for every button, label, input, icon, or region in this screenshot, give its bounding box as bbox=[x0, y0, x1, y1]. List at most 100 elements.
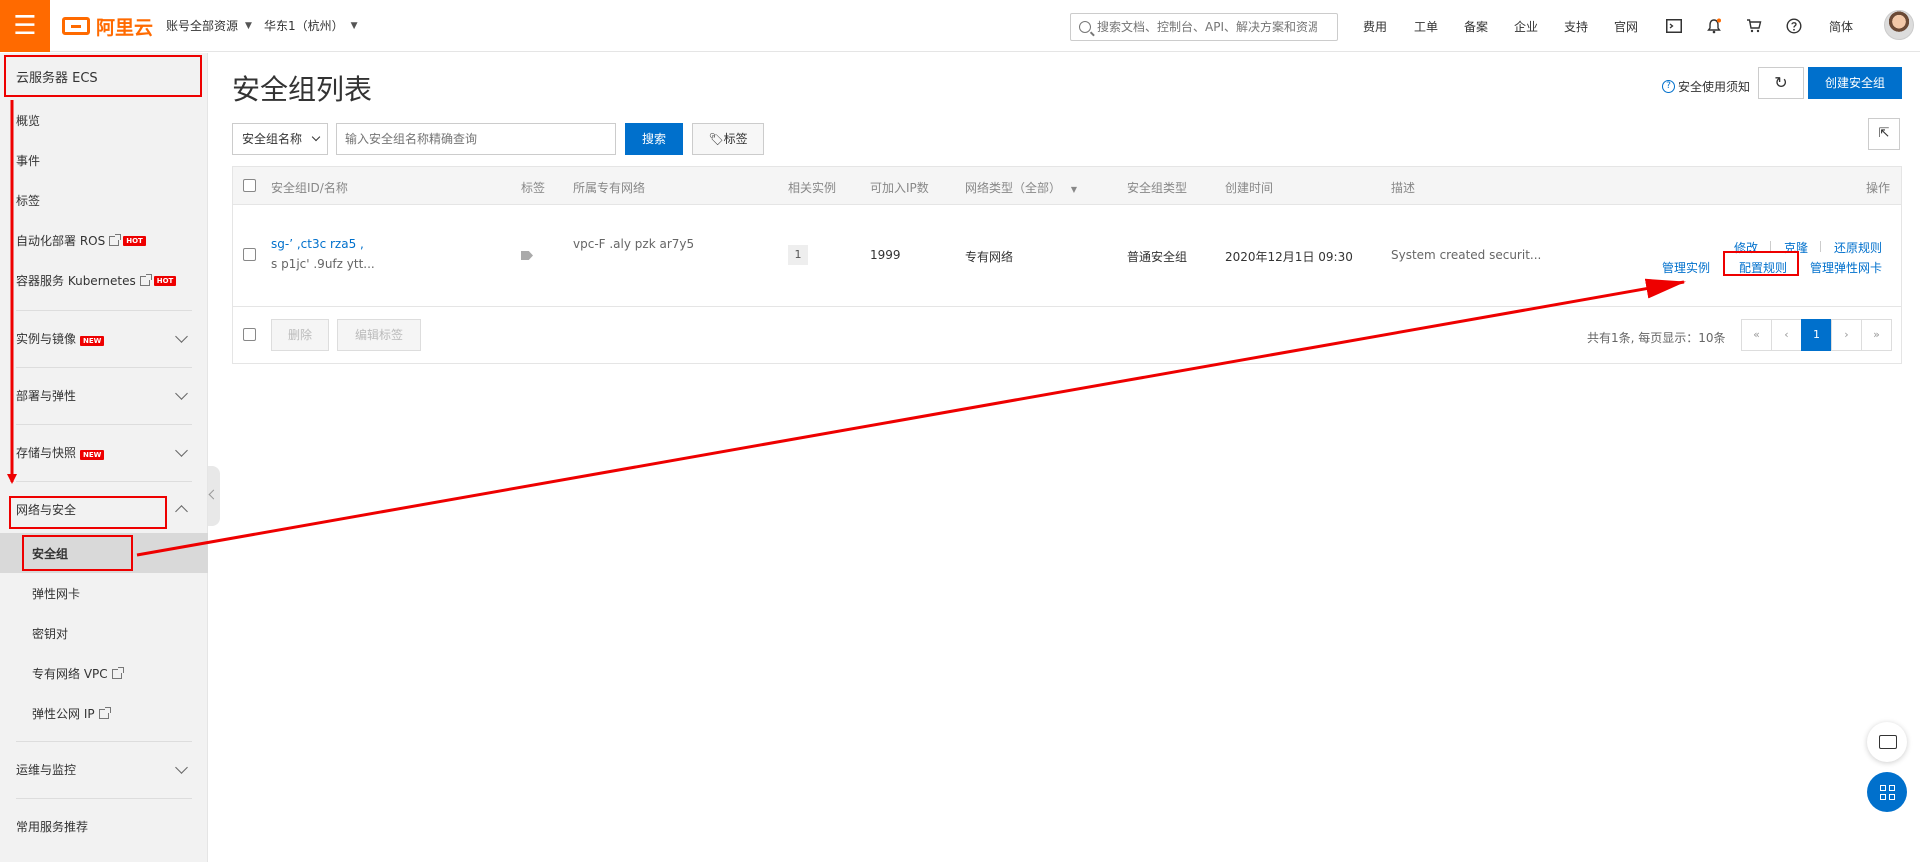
chevron-down-icon bbox=[311, 132, 321, 142]
created-time: 2020年12月1日 09:30 bbox=[1225, 250, 1353, 264]
security-notice-link[interactable]: ? 安全使用须知 bbox=[1662, 78, 1750, 95]
first-page-button[interactable]: « bbox=[1741, 319, 1772, 351]
column-header-description: 描述 bbox=[1391, 181, 1416, 195]
chevron-down-icon bbox=[175, 387, 188, 400]
sidebar-group-storage-snapshots[interactable]: 存储与快照 NEW bbox=[16, 444, 192, 461]
apps-icon[interactable] bbox=[1867, 772, 1907, 812]
hamburger-menu-icon[interactable]: ☰ bbox=[0, 0, 50, 52]
divider bbox=[16, 481, 192, 482]
delete-button[interactable]: 删除 bbox=[271, 319, 329, 351]
sidebar-item-vpc[interactable]: 专有网络 VPC bbox=[32, 665, 124, 682]
tag-icon[interactable] bbox=[521, 251, 533, 260]
divider bbox=[1820, 241, 1821, 252]
security-notice-label: 安全使用须知 bbox=[1678, 80, 1751, 94]
annotation-box-configure-rules bbox=[1723, 251, 1799, 276]
security-group-type: 普通安全组 bbox=[1127, 250, 1188, 264]
sidebar-item-kubernetes[interactable]: 容器服务 Kubernetes HOT bbox=[16, 272, 177, 289]
aliyun-logo-icon bbox=[62, 17, 90, 35]
bell-icon[interactable] bbox=[1704, 16, 1724, 36]
manage-instances-link[interactable]: 管理实例 bbox=[1662, 259, 1710, 276]
nav-link-icp[interactable]: 备案 bbox=[1464, 18, 1488, 35]
cart-icon[interactable] bbox=[1744, 16, 1764, 36]
sidebar-group-deploy-elastic[interactable]: 部署与弹性 bbox=[16, 387, 192, 404]
nav-link-tickets[interactable]: 工单 bbox=[1414, 18, 1438, 35]
global-search-input[interactable] bbox=[1097, 20, 1317, 34]
external-link-icon bbox=[98, 706, 111, 719]
global-search[interactable] bbox=[1070, 13, 1338, 41]
manage-eni-link[interactable]: 管理弹性网卡 bbox=[1810, 259, 1882, 276]
network-type: 专有网络 bbox=[965, 250, 1014, 264]
chat-icon[interactable] bbox=[1867, 722, 1907, 762]
nav-link-website[interactable]: 官网 bbox=[1614, 18, 1638, 35]
hot-badge: HOT bbox=[123, 235, 146, 246]
vpc-id[interactable]: vpc-F .aly pzk ar7y5 bbox=[573, 237, 694, 251]
account-scope-dropdown[interactable]: 账号全部资源 ▼ bbox=[166, 17, 252, 34]
tag-filter-button[interactable]: 🏷标签 bbox=[692, 123, 764, 155]
row-checkbox[interactable] bbox=[243, 248, 256, 261]
column-header-vpc: 所属专有网络 bbox=[573, 181, 646, 195]
network-type-filter-label: 网络类型（全部） bbox=[965, 181, 1062, 195]
security-group-id-link[interactable]: sg-’ ,ct3c rza5 , bbox=[271, 237, 364, 251]
nav-link-enterprise[interactable]: 企业 bbox=[1514, 18, 1538, 35]
table-row: sg-’ ,ct3c rza5 , s p1jc' .9ufz ytt... v… bbox=[233, 205, 1901, 307]
column-header-tags: 标签 bbox=[521, 181, 546, 195]
help-icon[interactable] bbox=[1784, 16, 1804, 36]
sidebar-group-label: 存储与快照 bbox=[16, 446, 77, 460]
language-switch[interactable]: 简体 bbox=[1829, 18, 1853, 35]
refresh-button[interactable]: ↻ bbox=[1758, 67, 1804, 99]
new-badge: NEW bbox=[80, 336, 105, 346]
sidebar-item-key-pairs[interactable]: 密钥对 bbox=[32, 625, 68, 642]
next-page-button[interactable]: › bbox=[1831, 319, 1862, 351]
divider bbox=[16, 798, 192, 799]
footer-select-all-checkbox[interactable] bbox=[243, 328, 256, 341]
security-group-search-input[interactable] bbox=[336, 123, 616, 155]
create-security-group-button[interactable]: 创建安全组 bbox=[1808, 67, 1902, 99]
sidebar-group-ops-monitoring[interactable]: 运维与监控 bbox=[16, 761, 192, 778]
page-1-button[interactable]: 1 bbox=[1801, 319, 1832, 351]
sidebar-group-label: 常用服务推荐 bbox=[16, 820, 89, 834]
sidebar-group-recommended[interactable]: 常用服务推荐 bbox=[16, 818, 192, 835]
sidebar-item-label: 密钥对 bbox=[32, 627, 69, 641]
select-all-checkbox[interactable] bbox=[243, 179, 256, 192]
filter-field-select[interactable]: 安全组名称 bbox=[232, 123, 328, 155]
export-button[interactable]: ⇱ bbox=[1868, 118, 1900, 150]
chevron-down-icon bbox=[175, 444, 188, 457]
account-scope-label: 账号全部资源 bbox=[166, 19, 239, 33]
external-link-icon bbox=[111, 666, 124, 679]
region-dropdown[interactable]: 华东1（杭州） ▼ bbox=[264, 17, 358, 34]
sidebar-group-instances-images[interactable]: 实例与镜像 NEW bbox=[16, 330, 192, 347]
hot-badge: HOT bbox=[153, 275, 177, 286]
prev-page-button[interactable]: ‹ bbox=[1771, 319, 1802, 351]
pagination-summary: 共有1条, 每页显示：10条 bbox=[1587, 331, 1726, 345]
filter-field-value: 安全组名称 bbox=[242, 132, 303, 146]
nav-link-billing[interactable]: 费用 bbox=[1363, 18, 1387, 35]
chevron-down-icon bbox=[175, 761, 188, 774]
last-page-button[interactable]: » bbox=[1861, 319, 1892, 351]
column-header-network-type[interactable]: 网络类型（全部） ▼ bbox=[965, 179, 1077, 196]
sidebar-item-eip[interactable]: 弹性公网 IP bbox=[32, 705, 111, 722]
terminal-icon[interactable] bbox=[1664, 16, 1684, 36]
nav-link-support[interactable]: 支持 bbox=[1564, 18, 1588, 35]
sidebar-item-overview[interactable]: 概览 bbox=[16, 112, 40, 129]
refresh-icon: ↻ bbox=[1774, 73, 1788, 92]
search-button[interactable]: 搜索 bbox=[625, 123, 683, 155]
tag-icon: 🏷 bbox=[708, 132, 724, 146]
table-footer: 删除 编辑标签 共有1条, 每页显示：10条 « ‹ 1 › » bbox=[233, 307, 1901, 364]
sidebar-item-events[interactable]: 事件 bbox=[16, 152, 40, 169]
caret-down-icon: ▼ bbox=[350, 20, 358, 31]
sidebar-item-label: 弹性公网 IP bbox=[32, 707, 95, 721]
edit-tags-button[interactable]: 编辑标签 bbox=[337, 319, 421, 351]
user-avatar[interactable] bbox=[1884, 10, 1914, 40]
divider bbox=[16, 310, 192, 311]
aliyun-logo[interactable]: 阿里云 bbox=[62, 14, 153, 39]
sidebar-collapse-handle[interactable] bbox=[208, 466, 220, 526]
caret-down-icon: ▼ bbox=[1070, 185, 1077, 194]
ip-count: 1999 bbox=[870, 248, 901, 262]
restore-rules-link[interactable]: 还原规则 bbox=[1834, 239, 1882, 256]
sidebar-item-eni[interactable]: 弹性网卡 bbox=[32, 585, 80, 602]
related-instances-count[interactable]: 1 bbox=[788, 245, 808, 265]
caret-down-icon: ▼ bbox=[245, 20, 252, 31]
chevron-up-icon bbox=[175, 505, 188, 518]
sidebar-item-tags[interactable]: 标签 bbox=[16, 192, 40, 209]
sidebar-item-ros[interactable]: 自动化部署 ROS HOT bbox=[16, 232, 146, 249]
